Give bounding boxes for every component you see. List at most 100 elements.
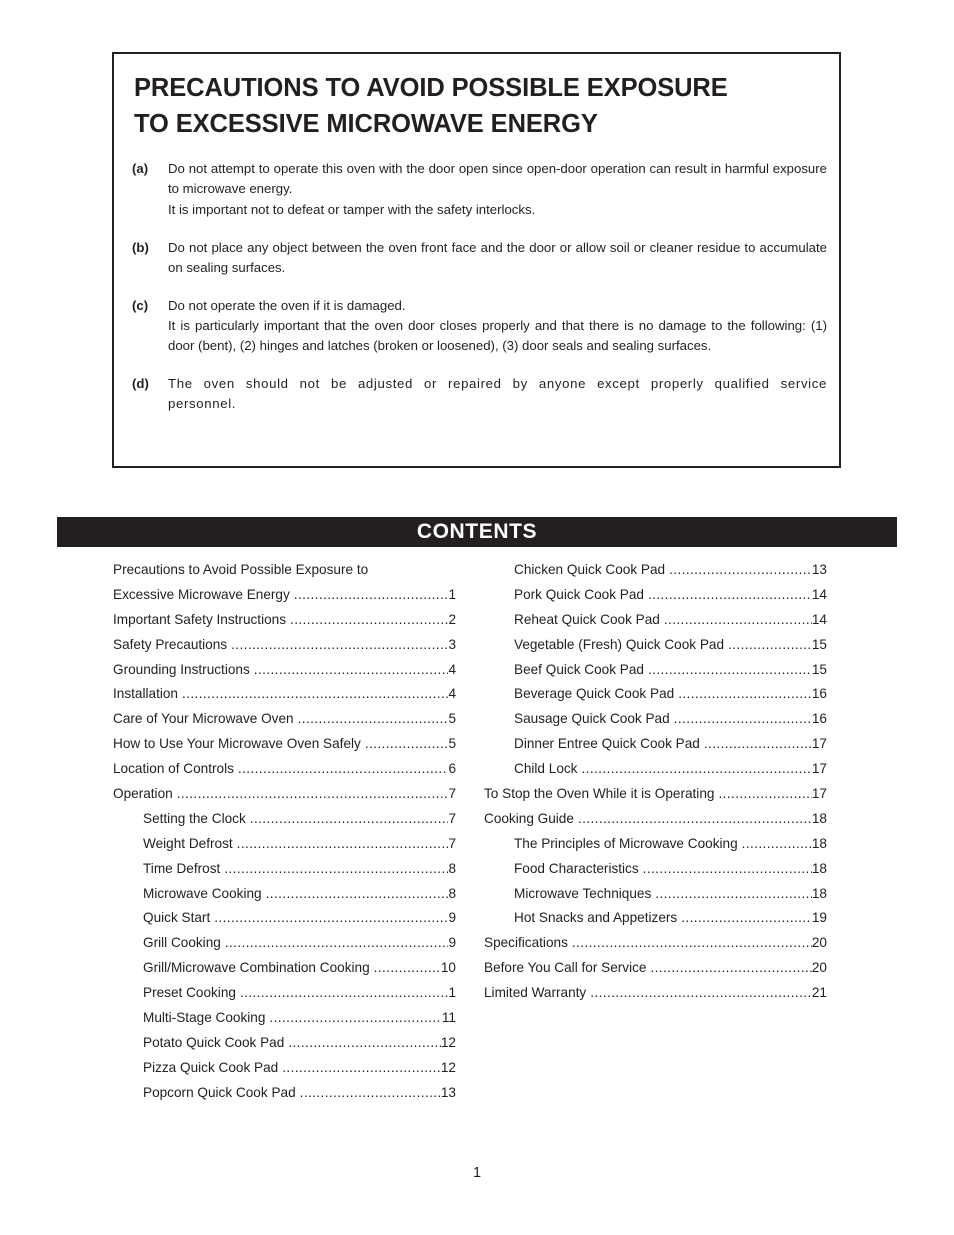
toc-entry-page: 7 <box>448 810 456 826</box>
toc-entry[interactable]: Important Safety Instructions...........… <box>113 608 456 633</box>
toc-entry[interactable]: Grill/Microwave Combination Cooking.....… <box>113 956 456 981</box>
toc-entry-page: 18 <box>811 860 827 876</box>
toc-entry-title: Precautions to Avoid Possible Exposure t… <box>113 562 369 577</box>
toc-entry[interactable]: Location of Controls....................… <box>113 757 456 782</box>
toc-entry[interactable]: Installation............................… <box>113 682 456 707</box>
toc-entry-page: 8 <box>448 860 456 876</box>
toc-entry-title: Operation <box>113 786 173 802</box>
toc-leader-dots: ........................................… <box>282 1059 441 1075</box>
toc-entry-page: 4 <box>448 686 456 702</box>
toc-leader-dots: ........................................… <box>663 611 812 627</box>
toc-leader-dots: ........................................… <box>364 736 449 752</box>
toc-entry[interactable]: Preset Cooking..........................… <box>113 981 456 1006</box>
toc-entry[interactable]: Microwave Techniques....................… <box>484 882 827 907</box>
toc-entry-title: Before You Call for Service <box>484 960 647 976</box>
toc-leader-dots: ........................................… <box>224 860 448 876</box>
toc-entry[interactable]: Dinner Entree Quick Cook Pad............… <box>484 732 827 757</box>
toc-entry[interactable]: Setting the Clock.......................… <box>113 807 456 832</box>
toc-leader-dots: ........................................… <box>373 960 441 976</box>
toc-entry-title: Preset Cooking <box>143 985 236 1001</box>
toc-entry-title: Food Characteristics <box>514 860 639 876</box>
toc-entry[interactable]: Child Lock..............................… <box>484 757 827 782</box>
toc-entry[interactable]: Cooking Guide...........................… <box>484 807 827 832</box>
toc-entry-page: 11 <box>441 1010 456 1026</box>
toc-entry[interactable]: Beverage Quick Cook Pad.................… <box>484 682 827 707</box>
toc-entry[interactable]: Care of Your Microwave Oven.............… <box>113 707 456 732</box>
toc-leader-dots: ........................................… <box>239 985 449 1001</box>
toc-leader-dots: ........................................… <box>265 885 449 901</box>
warning-item-paragraph: It is particularly important that the ov… <box>168 317 827 353</box>
toc-entry-title: Child Lock <box>514 761 578 777</box>
warning-item-label: (a) <box>132 161 149 177</box>
toc-entry[interactable]: Potato Quick Cook Pad...................… <box>113 1031 456 1056</box>
toc-entry-title: Excessive Microwave Energy <box>113 586 290 602</box>
toc-entry[interactable]: Operation...............................… <box>113 782 456 807</box>
toc-leader-dots: ........................................… <box>681 910 812 926</box>
toc-entry-page: 17 <box>811 786 827 802</box>
toc-leader-dots: ........................................… <box>253 661 449 677</box>
toc-entry[interactable]: Before You Call for Service.............… <box>484 956 827 981</box>
toc-entry[interactable]: Microwave Cooking.......................… <box>113 882 456 907</box>
toc-entry-title: Potato Quick Cook Pad <box>143 1034 285 1050</box>
toc-entry-title: How to Use Your Microwave Oven Safely <box>113 736 361 752</box>
toc-entry[interactable]: Vegetable (Fresh) Quick Cook Pad........… <box>484 633 827 658</box>
toc-entry[interactable]: Grill Cooking...........................… <box>113 931 456 956</box>
toc-entry-page: 18 <box>811 885 827 901</box>
toc-entry[interactable]: Sausage Quick Cook Pad..................… <box>484 707 827 732</box>
toc-leader-dots: ........................................… <box>176 786 449 802</box>
toc-entry-page: 9 <box>448 910 456 926</box>
toc-entry[interactable]: Multi-Stage Cooking.....................… <box>113 1006 456 1031</box>
warning-item: (c) Do not operate the oven if it is dama… <box>132 296 827 356</box>
warning-item-body: The oven should not be adjusted or repai… <box>168 374 827 414</box>
toc-entry-title: Pork Quick Cook Pad <box>514 586 644 602</box>
toc-entry[interactable]: Excessive Microwave Energy..............… <box>113 583 456 608</box>
toc-entry-page: 19 <box>811 910 827 926</box>
toc-entry[interactable]: Pork Quick Cook Pad.....................… <box>484 583 827 608</box>
toc-entry[interactable]: The Principles of Microwave Cooking.....… <box>484 832 827 857</box>
toc-leader-dots: ........................................… <box>673 711 812 727</box>
toc-entry-title: Grill Cooking <box>143 935 221 951</box>
toc-entry-title: Limited Warranty <box>484 985 587 1001</box>
toc-entry[interactable]: Time Defrost............................… <box>113 857 456 882</box>
toc-entry-page: 4 <box>448 661 456 677</box>
toc-entry-page: 17 <box>811 761 827 777</box>
toc-entry[interactable]: How to Use Your Microwave Oven Safely...… <box>113 732 456 757</box>
toc-entry[interactable]: Precautions to Avoid Possible Exposure t… <box>113 558 456 583</box>
toc-leader-dots: ........................................… <box>231 636 449 652</box>
toc-entry[interactable]: To Stop the Oven While it is Operating..… <box>484 782 827 807</box>
contents-heading: CONTENTS <box>57 517 897 547</box>
toc-entry-title: Quick Start <box>143 910 211 926</box>
toc-entry[interactable]: Pizza Quick Cook Pad....................… <box>113 1056 456 1081</box>
toc-entry-title: Specifications <box>484 935 568 951</box>
toc-entry[interactable]: Beef Quick Cook Pad.....................… <box>484 658 827 683</box>
toc-entry-title: Setting the Clock <box>143 810 246 826</box>
toc-entry[interactable]: Safety Precautions......................… <box>113 633 456 658</box>
toc-entry-title: Grounding Instructions <box>113 661 250 677</box>
toc-entry[interactable]: Specifications..........................… <box>484 931 827 956</box>
toc-entry[interactable]: Grounding Instructions..................… <box>113 658 456 683</box>
toc-entry[interactable]: Hot Snacks and Appetizers...............… <box>484 906 827 931</box>
toc-leader-dots: ........................................… <box>647 586 812 602</box>
toc-entry-page: 12 <box>440 1034 456 1050</box>
toc-leader-dots: ........................................… <box>249 810 449 826</box>
toc-entry[interactable]: Chicken Quick Cook Pad..................… <box>484 558 827 583</box>
toc-leader-dots: ........................................… <box>669 562 812 577</box>
warning-item-paragraph: It is important not to defeat or tamper … <box>168 201 536 217</box>
toc-entry[interactable]: Weight Defrost..........................… <box>113 832 456 857</box>
toc-entry-title: Microwave Cooking <box>143 885 262 901</box>
toc-leader-dots: ........................................… <box>741 835 812 851</box>
toc-entry-title: Pizza Quick Cook Pad <box>143 1059 279 1075</box>
toc-entry[interactable]: Popcorn Quick Cook Pad..................… <box>113 1081 456 1106</box>
toc-entry[interactable]: Limited Warranty........................… <box>484 981 827 1006</box>
toc-leader-dots: ........................................… <box>590 985 812 1001</box>
toc-entry-title: Care of Your Microwave Oven <box>113 711 294 727</box>
toc-entry-title: Important Safety Instructions <box>113 611 287 627</box>
toc-entry[interactable]: Quick Start.............................… <box>113 906 456 931</box>
warning-item: (b) Do not place any object between the o… <box>132 238 827 278</box>
toc-leader-dots: ........................................… <box>237 761 449 777</box>
toc-entry-page: 5 <box>448 736 456 752</box>
warning-item-paragraph: The oven should not be adjusted or repai… <box>168 375 827 411</box>
toc-entry[interactable]: Food Characteristics....................… <box>484 857 827 882</box>
toc-leader-dots: ........................................… <box>571 935 812 951</box>
toc-entry[interactable]: Reheat Quick Cook Pad...................… <box>484 608 827 633</box>
